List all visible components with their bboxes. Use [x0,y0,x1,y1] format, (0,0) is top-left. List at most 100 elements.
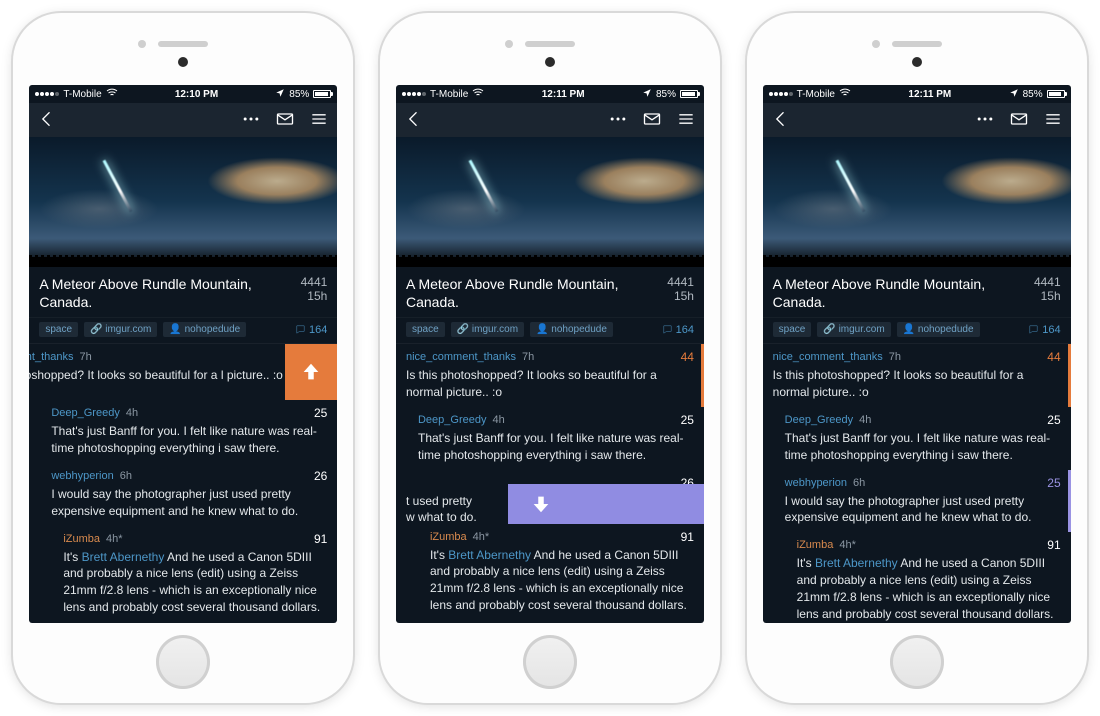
comment-user[interactable]: iZumba [797,539,834,551]
comment-user[interactable]: Deep_Greedy [785,414,854,426]
comment-user[interactable]: Deep_Greedy [51,407,120,419]
comment-user[interactable]: nice_comment_thanks [773,351,883,363]
author-tag[interactable]: 👤 nohopedude [897,322,980,337]
swipe-upvote-action[interactable] [285,344,337,400]
post-header[interactable]: A Meteor Above Rundle Mountain, Canada. … [396,267,704,318]
comments-link[interactable]: 164 [1028,324,1060,336]
comment-row[interactable]: iZumba 4h* 91 It's Brett Abernethy And h… [396,524,704,620]
domain-tag[interactable]: 🔗 imgur.com [451,322,524,337]
comment-user[interactable]: webhyperion [785,477,847,489]
comment-time: 6h [853,477,865,489]
clock: 12:11 PM [542,89,585,100]
comment-time: 4h* [473,531,490,543]
phone-mockup: T-Mobile 12:11 PM 85% [380,13,720,703]
menu-button[interactable] [309,109,329,132]
comment-time: 7h [522,351,534,363]
comment-score: 44 [1047,350,1060,364]
signal-dots-icon [35,92,59,96]
wifi-icon [106,87,118,102]
app-screen: T-Mobile 12:10 PM 85% [29,85,337,623]
comment-row[interactable]: nice_comment_thanks 7h 44 Is this photos… [763,344,1071,407]
comment-user[interactable]: Deep_Greedy [418,414,487,426]
post-image[interactable] [396,137,704,267]
post-age: 15h [301,289,328,303]
comment-user[interactable]: mment_thanks [29,351,73,363]
comment-row[interactable]: iZumba 4h* 91 It's Brett Abernethy And h… [763,532,1071,623]
comment-body: I would say the photographer just used p… [51,486,327,520]
app-screen: T-Mobile 12:11 PM 85% [763,85,1071,623]
comment-row[interactable]: Deep_Greedy 4h 25 That's just Banff for … [29,400,337,463]
subreddit-tag[interactable]: space [773,322,812,337]
comments-link[interactable]: 164 [662,324,694,336]
subreddit-tag[interactable]: space [39,322,78,337]
comment-row[interactable]: Deep_Greedy 4h 25 That's just Banff for … [396,407,704,470]
more-button[interactable] [241,109,261,132]
comment-body: It's Brett Abernethy And he used a Canon… [63,549,327,616]
comment-score: 25 [1047,476,1060,490]
comment-row[interactable]: iZumba 4h* 91 It's Brett Abernethy And h… [29,526,337,622]
messages-button[interactable] [1009,109,1029,132]
location-icon [275,88,285,101]
status-bar: T-Mobile 12:11 PM 85% [396,85,704,103]
more-button[interactable] [608,109,628,132]
home-button[interactable] [156,635,210,689]
comment-row[interactable]: webhyperion 6h 25 I would say the photog… [763,470,1071,533]
upvoted-indicator [1068,344,1071,407]
menu-button[interactable] [676,109,696,132]
comment-body: It's Brett Abernethy And he used a Canon… [797,555,1061,622]
subreddit-tag[interactable]: space [406,322,445,337]
post-header[interactable]: A Meteor Above Rundle Mountain, Canada. … [763,267,1071,318]
comment-body: Is this photoshopped? It looks so beauti… [773,367,1061,401]
comments-link[interactable]: 164 [295,324,327,336]
comment-user[interactable]: webhyperion [51,470,113,482]
comment-time: 4h* [106,533,123,545]
comment-score: 25 [681,413,694,427]
messages-button[interactable] [275,109,295,132]
post-score: 4441 [301,275,328,289]
back-button[interactable] [771,109,791,132]
back-button[interactable] [404,109,424,132]
post-image[interactable] [763,137,1071,267]
comment-row[interactable]: Deep_Greedy 4h 25 That's just Banff for … [763,407,1071,470]
more-button[interactable] [975,109,995,132]
comment-time: 7h [889,351,901,363]
battery-level: 85% [1023,89,1043,100]
comment-row[interactable]: nice_comment_thanks 7h 44 Is this photos… [396,344,704,407]
nav-bar [396,103,704,137]
comment-score: 91 [314,532,327,546]
post-score: 4441 [667,275,694,289]
domain-tag[interactable]: 🔗 imgur.com [817,322,890,337]
clock: 12:10 PM [175,89,218,100]
post-image[interactable] [29,137,337,267]
back-button[interactable] [37,109,57,132]
comment-body: Is this photoshopped? It looks so beauti… [406,367,694,401]
swipe-downvote-action[interactable] [508,484,704,524]
status-bar: T-Mobile 12:10 PM 85% [29,85,337,103]
user-mention[interactable]: Brett Abernethy [82,550,165,564]
post-score: 4441 [1034,275,1061,289]
menu-button[interactable] [1043,109,1063,132]
author-tag[interactable]: 👤 nohopedude [163,322,246,337]
speaker-grille [158,41,208,47]
user-mention[interactable]: Brett Abernethy [815,556,898,570]
comment-user[interactable]: nice_comment_thanks [406,351,516,363]
comment-row[interactable]: webhyperion 6h 26 I would say the photog… [29,463,337,526]
messages-button[interactable] [642,109,662,132]
wifi-icon [472,87,484,102]
home-button[interactable] [890,635,944,689]
home-button[interactable] [523,635,577,689]
post-header[interactable]: A Meteor Above Rundle Mountain, Canada. … [29,267,337,318]
post-tags: space 🔗 imgur.com 👤 nohopedude 164 [396,318,704,344]
upvote-arrow-icon [300,361,322,383]
battery-level: 85% [656,89,676,100]
comment-score: 25 [314,406,327,420]
comment-score: 25 [1047,413,1060,427]
comment-user[interactable]: iZumba [63,533,100,545]
author-tag[interactable]: 👤 nohopedude [530,322,613,337]
domain-tag[interactable]: 🔗 imgur.com [84,322,157,337]
speaker-grille [892,41,942,47]
comment-user[interactable]: iZumba [430,531,467,543]
app-screen: T-Mobile 12:11 PM 85% [396,85,704,623]
user-mention[interactable]: Brett Abernethy [448,548,531,562]
speaker-grille [525,41,575,47]
